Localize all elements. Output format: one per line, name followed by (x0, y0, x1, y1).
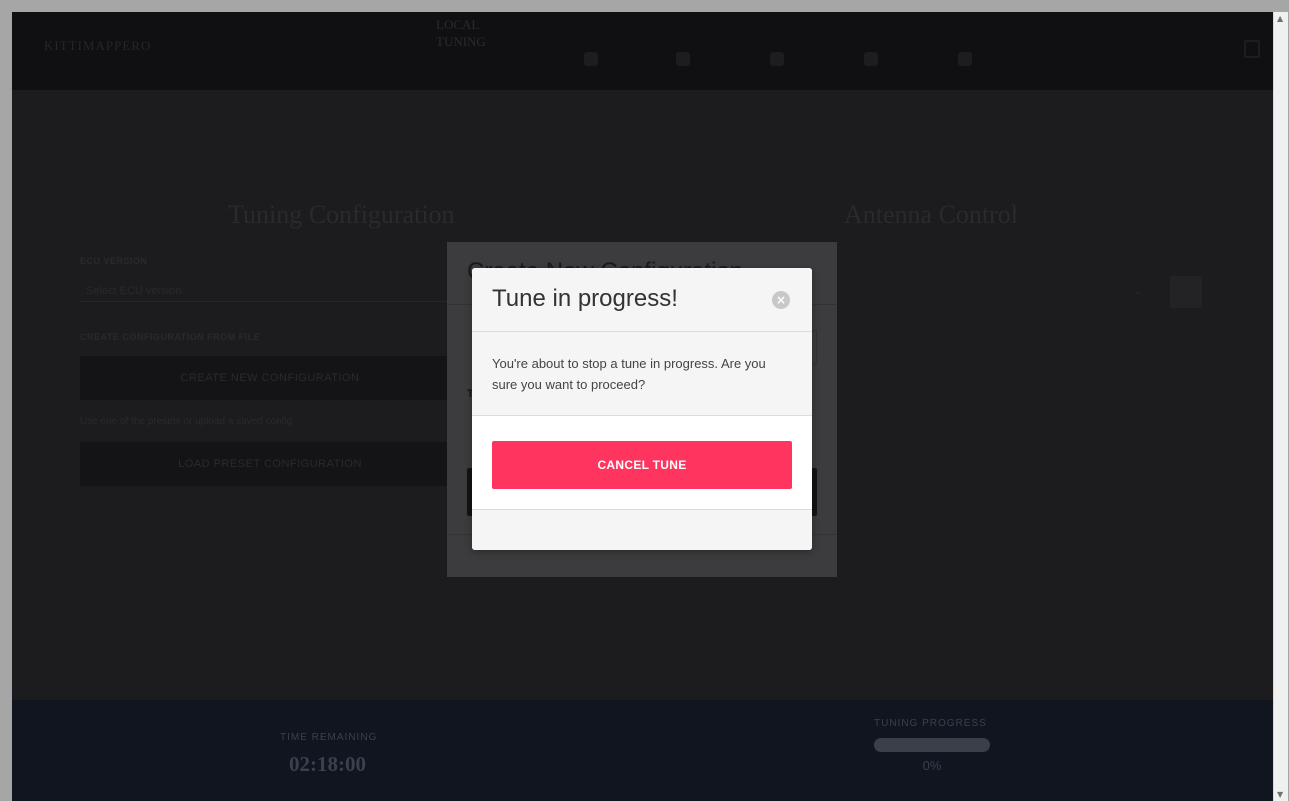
app-viewport: KITTIMAPPERO LOCAL TUNING Tuning Configu… (12, 12, 1273, 801)
antenna-control-title: Antenna Control (844, 200, 1019, 229)
scroll-down-icon[interactable]: ▼ (1277, 790, 1283, 799)
modal-message: You're about to stop a tune in progress.… (492, 356, 766, 392)
modal-title: Tune in progress! (492, 285, 678, 312)
create-config-label: CREATE CONFIGURATION FROM FILE (80, 332, 261, 342)
create-config-button[interactable]: CREATE NEW CONFIGURATION (80, 356, 460, 400)
load-preset-button[interactable]: LOAD PRESET CONFIGURATION (80, 442, 460, 486)
modal-header: Tune in progress! × (472, 268, 812, 332)
globe-icon[interactable] (958, 52, 972, 66)
cancel-tune-button[interactable]: CANCEL TUNE (492, 441, 792, 489)
gear-icon[interactable] (584, 52, 598, 66)
nav-title-line1: LOCAL (436, 17, 480, 32)
ecu-version-label: ECU VERSION (80, 256, 148, 266)
tune-in-progress-modal: Tune in progress! × You're about to stop… (472, 268, 812, 550)
scroll-up-icon[interactable]: ▲ (1277, 14, 1283, 23)
tuning-progress-text: 0% (922, 758, 942, 773)
status-bar (12, 700, 1273, 801)
modal-footer (472, 510, 812, 550)
time-remaining-label: TIME REMAINING (280, 732, 378, 743)
tuning-progress-bar (874, 738, 990, 752)
preset-hint: Use one of the presets or upload a saved… (80, 416, 293, 427)
user-icon[interactable] (676, 52, 690, 66)
modal-body: You're about to stop a tune in progress.… (472, 332, 812, 416)
nav-title[interactable]: LOCAL TUNING (436, 16, 486, 50)
menu-icon[interactable] (1244, 40, 1260, 58)
app-logo[interactable]: KITTIMAPPERO (44, 38, 151, 54)
page-scrollbar[interactable]: ▲ ▼ (1273, 12, 1288, 801)
info-icon[interactable] (864, 52, 878, 66)
ecu-version-select[interactable]: Select ECU version (80, 280, 460, 302)
tuning-progress-label: TUNING PROGRESS (874, 718, 987, 729)
antenna-action-button[interactable] (1170, 276, 1202, 308)
chevron-down-icon[interactable]: ⌄ (1134, 286, 1142, 297)
app-header: KITTIMAPPERO LOCAL TUNING (12, 12, 1273, 90)
time-remaining-value: 02:18:00 (289, 752, 366, 776)
tuning-config-title: Tuning Configuration (228, 200, 455, 229)
chart-icon[interactable] (770, 52, 784, 66)
modal-action-area: CANCEL TUNE (472, 416, 812, 510)
nav-title-line2: TUNING (436, 34, 486, 49)
close-icon[interactable]: × (772, 291, 790, 309)
